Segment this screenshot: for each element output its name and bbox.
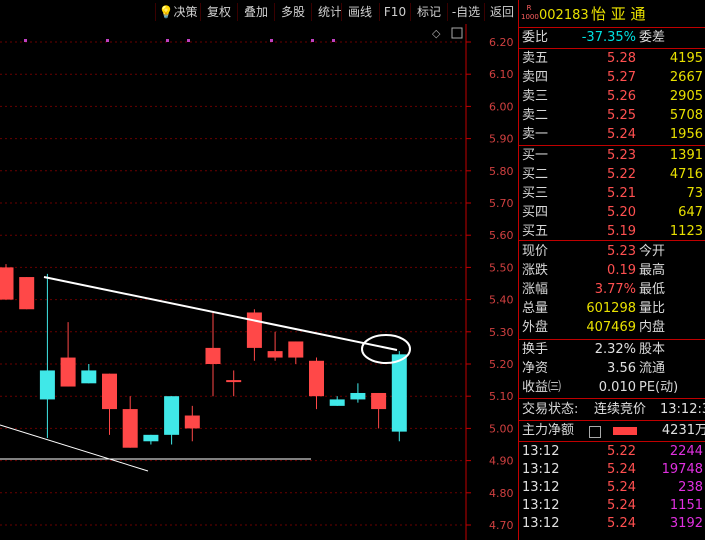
chart-toolbar: 💡决策 复权 叠加 多股 统计 画线 F10 标记 -自选 返回 bbox=[0, 0, 518, 25]
f10-button[interactable]: F10 bbox=[379, 3, 410, 21]
watchlist-remove-button[interactable]: -自选 bbox=[447, 3, 484, 21]
y-tick-label: 5.70 bbox=[489, 197, 514, 210]
bid-row: 买四 5.20 647 bbox=[522, 205, 703, 220]
ask-row: 卖四 5.27 2667 bbox=[522, 70, 703, 85]
ask-row: 卖五 5.28 4195 bbox=[522, 51, 703, 66]
candle-body bbox=[205, 347, 221, 364]
bid-row: 买五 5.19 1123 bbox=[522, 224, 703, 239]
badge: R 1000 bbox=[521, 4, 539, 21]
ask-row: 卖三 5.26 2905 bbox=[522, 89, 703, 104]
y-tick-label: 5.50 bbox=[489, 261, 514, 274]
candle-body bbox=[309, 360, 324, 397]
tick-row: 13:12 5.24 1151 bbox=[522, 498, 703, 513]
stock-name: 怡 亚 通 bbox=[591, 5, 646, 23]
candle-body bbox=[0, 267, 14, 300]
stat-row: 涨幅 3.77% 最低 bbox=[522, 282, 666, 297]
candle-body bbox=[143, 434, 159, 442]
candle-body bbox=[329, 399, 345, 406]
y-tick-label: 4.80 bbox=[489, 487, 514, 500]
stat-row: 总量 601298 量比 bbox=[522, 301, 666, 316]
mark-button[interactable]: 标记 bbox=[410, 3, 447, 21]
candle bbox=[0, 264, 14, 300]
lightbulb-icon: 💡 bbox=[158, 5, 174, 19]
adjust-button[interactable]: 复权 bbox=[200, 3, 237, 21]
tick-row: 13:12 5.24 238 bbox=[522, 480, 703, 495]
candle-body bbox=[39, 370, 55, 400]
candle-body bbox=[102, 373, 117, 410]
bid-row: 买一 5.23 1391 bbox=[522, 148, 703, 163]
candle-body bbox=[288, 341, 304, 358]
candle-body bbox=[164, 396, 180, 435]
kline-chart[interactable]: 6.20 6.10 6.00 5.90 5.80 5.70 5.60 5.50 5.40 5.30… bbox=[0, 24, 518, 540]
y-tick-label: 5.20 bbox=[489, 358, 514, 371]
ask-row: 卖一 5.24 1956 bbox=[522, 127, 703, 142]
stat2-row: 换手 2.32% 股本 bbox=[522, 342, 666, 357]
candle-body bbox=[350, 392, 366, 400]
stock-code: 002183 bbox=[539, 8, 589, 23]
candle-body bbox=[122, 409, 138, 448]
diamond-icon: ◇ bbox=[432, 27, 441, 40]
stat2-row: 收益㈢ 0.010 PE(动) bbox=[522, 380, 679, 395]
candle-body bbox=[391, 354, 407, 432]
candle-body bbox=[267, 351, 283, 358]
candle-body bbox=[81, 370, 97, 384]
candle bbox=[19, 277, 35, 310]
tick-row: 13:12 5.22 2244 bbox=[522, 444, 703, 459]
stat-row: 涨跌 0.19 最高 bbox=[522, 263, 666, 278]
bid-row: 买三 5.21 73 bbox=[522, 186, 703, 201]
y-tick-label: 6.00 bbox=[489, 100, 514, 113]
net-bar bbox=[613, 427, 637, 435]
stat-row: 现价 5.23 今开 bbox=[522, 244, 666, 259]
y-tick-label: 6.10 bbox=[489, 68, 514, 81]
multi-stock-button[interactable]: 多股 bbox=[274, 3, 311, 21]
order-ratio-row: 委比 -37.35% 委差 bbox=[522, 30, 666, 45]
candle-body bbox=[371, 392, 387, 410]
y-tick-label: 4.90 bbox=[489, 455, 514, 468]
stock-header: R 1000 002183 怡 亚 通 bbox=[519, 4, 705, 28]
y-tick-label: 6.20 bbox=[489, 36, 514, 49]
y-tick-label: 5.60 bbox=[489, 229, 514, 242]
quote-panel: R 1000 002183 怡 亚 通 委比 -37.35% 委差 卖五 5.28 4… bbox=[518, 0, 705, 540]
draw-line-button[interactable]: 画线 bbox=[341, 3, 378, 21]
candle-body bbox=[19, 277, 35, 310]
table-icon bbox=[589, 426, 601, 438]
stat-row: 外盘 407469 内盘 bbox=[522, 320, 666, 335]
candle bbox=[391, 351, 407, 442]
y-tick-label: 5.00 bbox=[489, 422, 514, 435]
main-net-row: 主力净额 4231万 bbox=[522, 423, 705, 438]
tick-row: 13:12 5.24 3192 bbox=[522, 516, 703, 531]
back-button[interactable]: 返回 bbox=[484, 3, 519, 21]
trade-status-row: 交易状态: 连续竞价 13:12:3 bbox=[522, 402, 705, 417]
overlay-button[interactable]: 叠加 bbox=[237, 3, 274, 21]
tick-row: 13:12 5.24 19748 bbox=[522, 462, 703, 477]
candle-body bbox=[226, 380, 242, 383]
stat2-row: 净资 3.56 流通 bbox=[522, 361, 666, 376]
ask-row: 卖二 5.25 5708 bbox=[522, 108, 703, 123]
y-tick-label: 5.90 bbox=[489, 133, 514, 146]
y-tick-label: 5.80 bbox=[489, 165, 514, 178]
candle-body bbox=[60, 357, 76, 387]
bid-row: 买二 5.22 4716 bbox=[522, 167, 703, 182]
decision-button[interactable]: 💡决策 bbox=[155, 3, 200, 21]
y-tick-label: 5.40 bbox=[489, 294, 514, 307]
candle-body bbox=[246, 312, 262, 348]
y-tick-label: 5.10 bbox=[489, 390, 514, 403]
y-tick-label: 5.30 bbox=[489, 326, 514, 339]
candle-body bbox=[184, 415, 200, 429]
y-tick-label: 4.70 bbox=[489, 519, 514, 532]
